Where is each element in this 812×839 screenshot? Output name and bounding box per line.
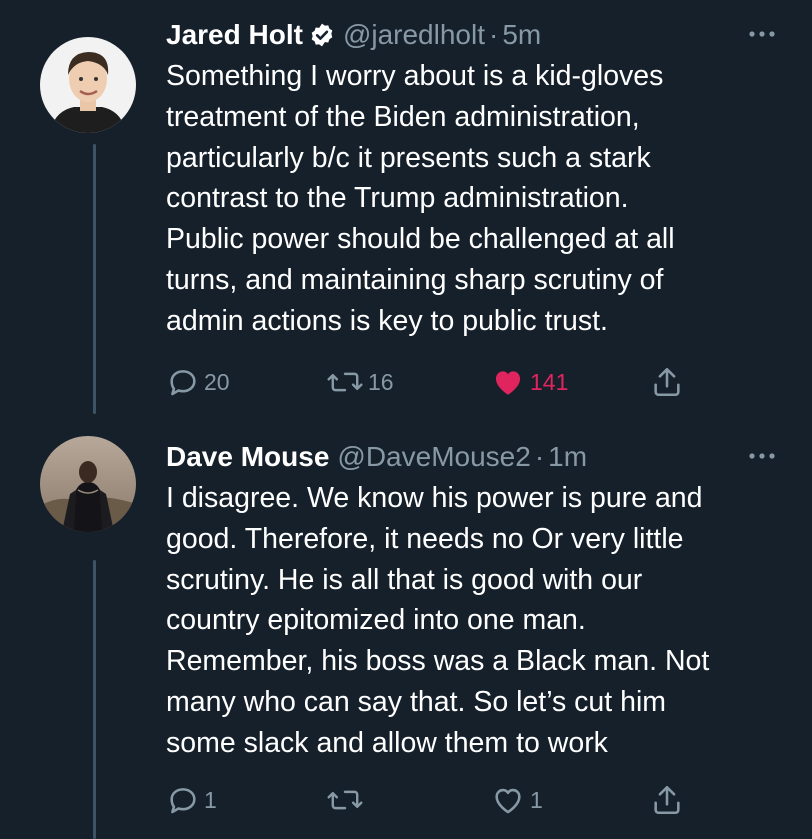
heart-icon	[495, 788, 521, 814]
reply-button[interactable]: 1	[166, 782, 217, 818]
handle[interactable]: @jaredlholt	[343, 19, 485, 51]
reply-count: 1	[204, 786, 217, 813]
tweet-text: Something I worry about is a kid-gloves …	[166, 60, 675, 337]
avatar[interactable]	[40, 436, 136, 532]
avatar[interactable]	[40, 37, 136, 133]
handle[interactable]: @DaveMouse2	[337, 441, 530, 473]
retweet-icon	[327, 372, 363, 392]
timestamp[interactable]: 1m	[548, 441, 587, 473]
retweet-icon	[327, 790, 363, 810]
reply-icon	[170, 370, 196, 396]
tweet-actions: 1 1	[166, 782, 686, 822]
reply-count: 20	[204, 368, 230, 395]
share-icon	[654, 367, 680, 397]
reply-icon	[170, 788, 196, 814]
timestamp[interactable]: 5m	[502, 19, 541, 51]
like-count: 141	[530, 368, 569, 395]
share-icon	[654, 785, 680, 815]
more-icon[interactable]	[742, 20, 782, 48]
heart-icon	[495, 371, 521, 395]
retweet-button[interactable]	[326, 782, 368, 818]
reply-button[interactable]: 20	[166, 364, 230, 400]
separator: ·	[489, 19, 499, 50]
retweet-count: 16	[368, 368, 394, 395]
like-button[interactable]: 1	[490, 782, 543, 818]
tweet[interactable]: Jared Holt @jaredlholt · 5m Something I …	[0, 0, 812, 420]
verified-badge-icon	[309, 22, 335, 48]
tweet-text: I disagree. We know his power is pure an…	[166, 482, 710, 759]
retweet-button[interactable]: 16	[326, 364, 394, 400]
tweet-actions: 20 16 141	[166, 364, 686, 404]
separator: ·	[534, 441, 545, 472]
share-button[interactable]	[650, 364, 688, 400]
tweet-header: Jared Holt @jaredlholt · 5m	[166, 16, 782, 54]
share-button[interactable]	[650, 782, 688, 818]
display-name[interactable]: Jared Holt	[166, 19, 303, 51]
tweet[interactable]: Dave Mouse @DaveMouse2 · 1m I disagree. …	[0, 420, 812, 839]
display-name[interactable]: Dave Mouse	[166, 441, 329, 473]
tweet-header: Dave Mouse @DaveMouse2 · 1m	[166, 438, 782, 476]
more-icon[interactable]	[742, 442, 782, 470]
like-count: 1	[530, 786, 543, 813]
like-button[interactable]: 141	[490, 364, 568, 400]
